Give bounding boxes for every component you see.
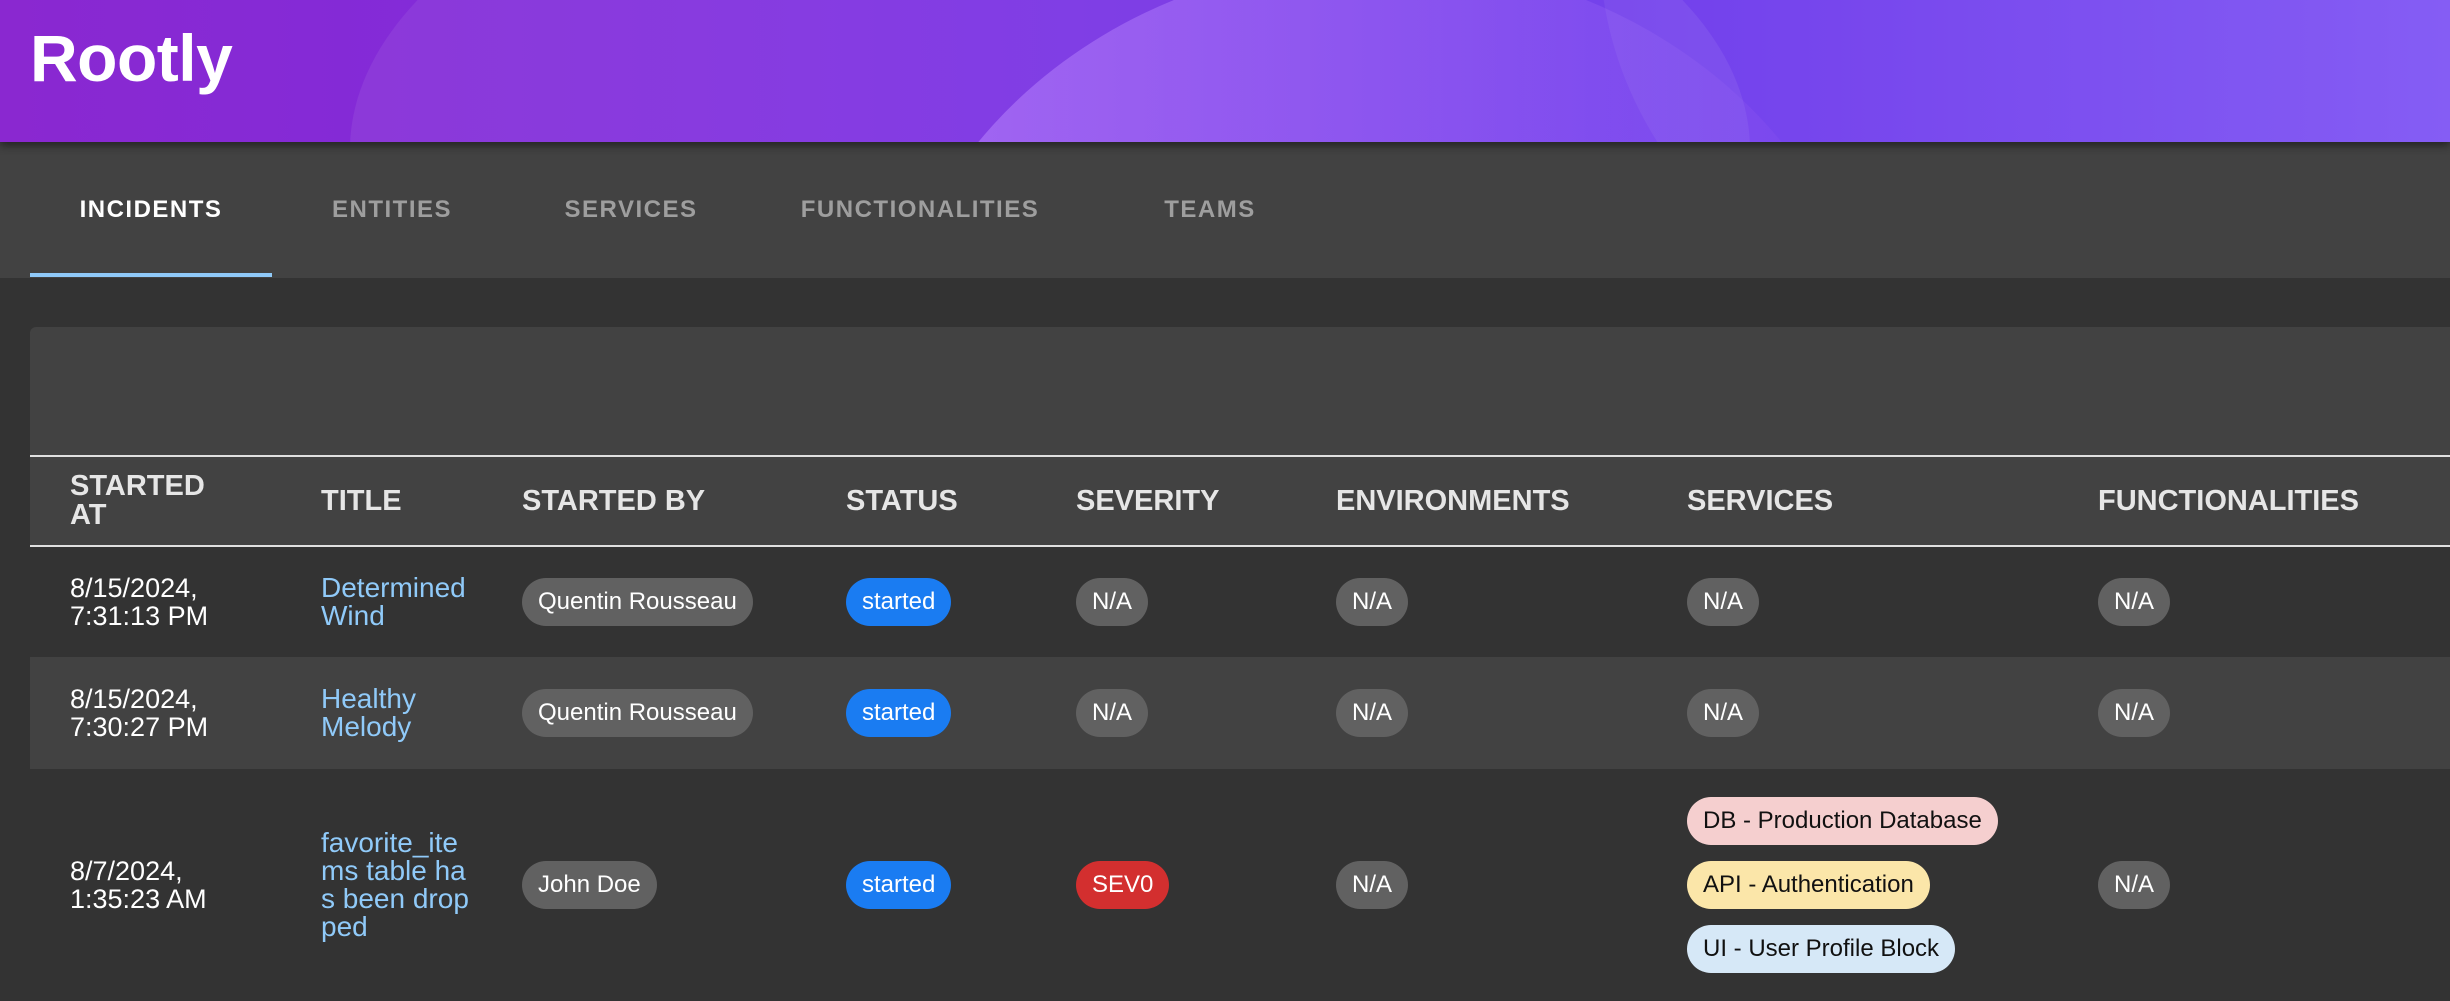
tab-incidents[interactable]: Incidents [30, 142, 272, 278]
environment-chip: N/A [1336, 578, 1409, 626]
tab-services[interactable]: Services [536, 142, 726, 278]
started-at-value: 8/15/2024, 7:30:27 PM [70, 684, 209, 742]
column-header-title[interactable]: TITLE [321, 457, 402, 545]
table-row[interactable]: 8/15/2024, 7:31:13 PM Determined Wind Qu… [30, 547, 2450, 657]
severity-chip: SEV0 [1076, 861, 1170, 909]
incident-title-link[interactable]: favorite_items table has been dropped [321, 829, 471, 941]
functionality-chip: N/A [2098, 861, 2171, 909]
tab-functionalities[interactable]: Functionalities [780, 142, 1060, 278]
service-chip: DB - Production Database [1687, 797, 1998, 845]
tab-entities[interactable]: Entities [300, 142, 484, 278]
tab-teams[interactable]: Teams [1120, 142, 1300, 278]
severity-chip: N/A [1076, 578, 1149, 626]
service-chip: N/A [1687, 578, 1760, 626]
status-badge: started [846, 578, 952, 626]
incidents-card: STARTED AT TITLE STARTED BY STATUS SEVER… [30, 327, 2450, 1001]
severity-chip: N/A [1076, 689, 1149, 737]
column-header-functionalities[interactable]: FUNCTIONALITIES [2098, 457, 2359, 545]
table-header: STARTED AT TITLE STARTED BY STATUS SEVER… [30, 455, 2450, 547]
column-header-started-by[interactable]: STARTED BY [522, 457, 705, 545]
functionality-chip: N/A [2098, 578, 2171, 626]
status-badge: started [846, 861, 952, 909]
user-chip: Quentin Rousseau [522, 578, 753, 626]
started-at-value: 8/15/2024, 7:31:13 PM [70, 573, 209, 631]
services-list: DB - Production Database API - Authentic… [1687, 797, 1998, 973]
service-chip: UI - User Profile Block [1687, 925, 1956, 973]
column-header-severity[interactable]: SEVERITY [1076, 457, 1219, 545]
app-header: Rootly [0, 0, 2450, 142]
table-row[interactable]: 8/7/2024, 1:35:23 AM favorite_items tabl… [30, 769, 2450, 1001]
column-header-started-at[interactable]: STARTED AT [70, 457, 230, 545]
environment-chip: N/A [1336, 861, 1409, 909]
service-chip: API - Authentication [1687, 861, 1930, 909]
status-badge: started [846, 689, 952, 737]
column-header-status[interactable]: STATUS [846, 457, 958, 545]
started-at-value: 8/7/2024, 1:35:23 AM [70, 856, 207, 914]
column-header-environments[interactable]: ENVIRONMENTS [1336, 457, 1570, 545]
user-chip: Quentin Rousseau [522, 689, 753, 737]
app-title: Rootly [30, 21, 233, 95]
active-tab-indicator [30, 273, 272, 277]
table-toolbar [30, 327, 2450, 455]
user-chip: John Doe [522, 861, 657, 909]
environment-chip: N/A [1336, 689, 1409, 737]
tab-bar: Incidents Entities Services Functionalit… [0, 142, 2450, 278]
column-header-services[interactable]: SERVICES [1687, 457, 1833, 545]
incident-title-link[interactable]: Determined Wind [321, 574, 471, 630]
incident-title-link[interactable]: Healthy Melody [321, 685, 471, 741]
table-row[interactable]: 8/15/2024, 7:30:27 PM Healthy Melody Que… [30, 657, 2450, 769]
header-decoration [1600, 0, 2450, 142]
service-chip: N/A [1687, 689, 1760, 737]
functionality-chip: N/A [2098, 689, 2171, 737]
